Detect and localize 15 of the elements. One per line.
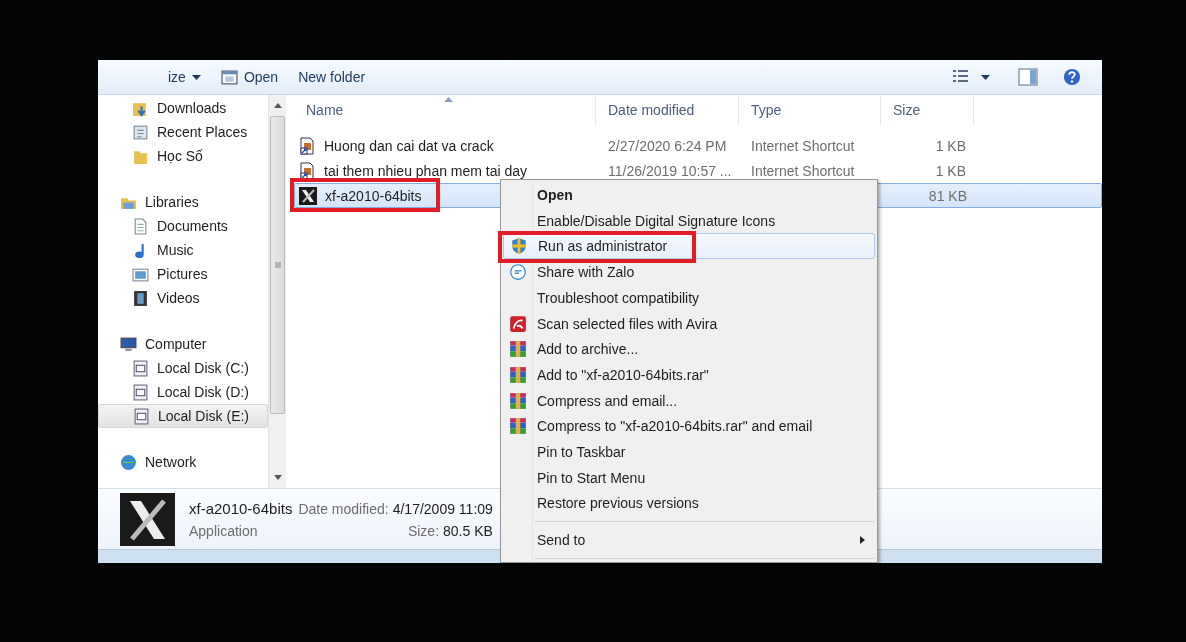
date-label: Date modified:	[298, 500, 389, 517]
size-cell-text: 81 KB	[927, 187, 968, 204]
file-name: Huong dan cai dat va crack	[294, 136, 596, 155]
date-cell-text: 11/26/2019 10:57 ...	[607, 162, 733, 179]
size-label: Size:	[407, 522, 440, 539]
file-name: tai them nhieu phan mem tai day	[294, 161, 596, 180]
date-cell-text: 2/27/2020 6:24 PM	[607, 137, 728, 154]
type-cell-text: Internet Shortcut	[750, 137, 856, 154]
date-value: 4/17/2009 11:09	[392, 500, 493, 517]
size-value: 80.5 KB	[443, 522, 493, 539]
type-cell-text: Internet Shortcut	[750, 162, 856, 179]
size-cell-text: 1 KB	[934, 137, 967, 154]
file-name: xf-a2010-64bits	[189, 499, 293, 517]
file-type: Application	[189, 522, 259, 539]
size-cell-text: 1 KB	[934, 162, 967, 179]
